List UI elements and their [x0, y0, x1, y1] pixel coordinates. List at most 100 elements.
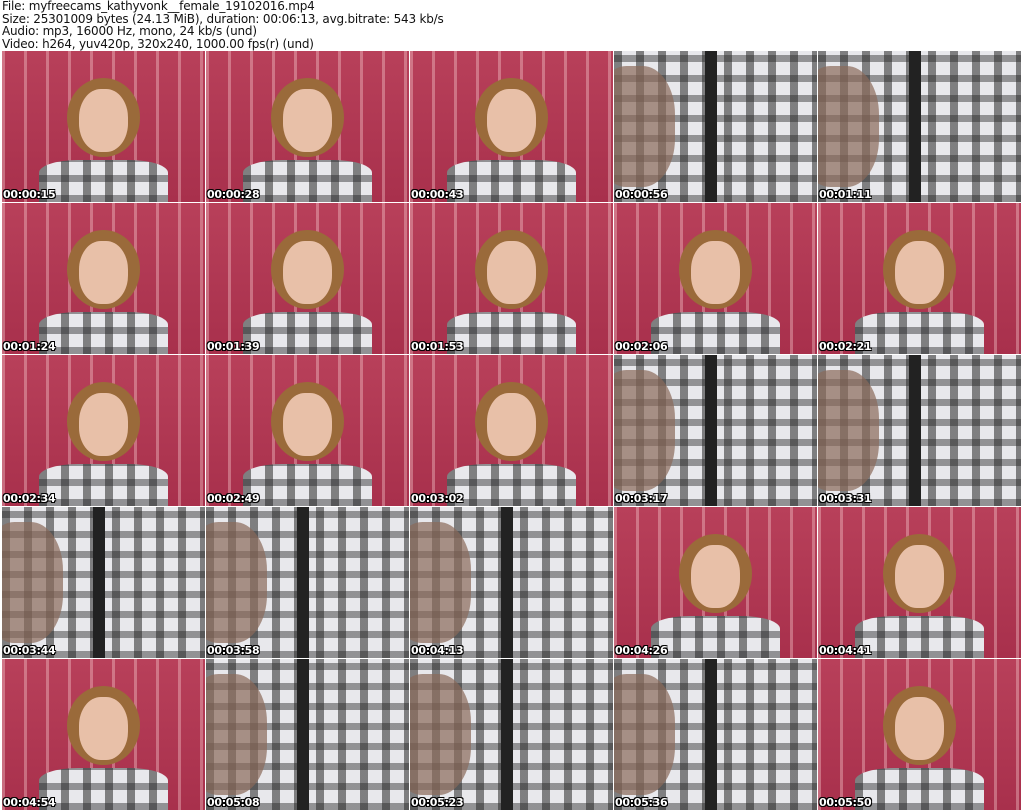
face-shape [487, 392, 536, 457]
strap-shape [705, 51, 718, 202]
audio-info: Audio: mp3, 16000 Hz, mono, 24 kb/s (und… [2, 24, 257, 38]
video-thumbnail: 00:04:54 [2, 659, 205, 810]
shirt-shape [38, 159, 169, 202]
thumbnail-timestamp: 00:04:41 [819, 644, 872, 657]
skin-shape [614, 674, 675, 795]
face-shape [283, 392, 332, 457]
thumbnail-timestamp: 00:03:58 [207, 644, 260, 657]
thumbnail-timestamp: 00:01:24 [3, 340, 56, 353]
video-thumbnail: 00:05:08 [206, 659, 409, 810]
video-thumbnail: 00:03:58 [206, 507, 409, 658]
thumbnail-timestamp: 00:02:34 [3, 492, 56, 505]
strap-shape [297, 659, 310, 810]
skin-shape [410, 674, 471, 795]
shirt-shape [854, 615, 985, 658]
video-thumbnail: 00:01:11 [818, 51, 1021, 202]
video-thumbnail: 00:05:23 [410, 659, 613, 810]
face-shape [691, 544, 740, 609]
file-name: File: myfreecams_kathyvonk__female_19102… [2, 0, 315, 13]
shirt-shape [854, 767, 985, 810]
skin-shape [206, 522, 267, 643]
shirt-shape [38, 463, 169, 506]
video-thumbnail: 00:01:24 [2, 203, 205, 354]
thumbnail-timestamp: 00:01:39 [207, 340, 260, 353]
thumbnail-timestamp: 00:03:02 [411, 492, 464, 505]
shirt-shape [446, 463, 577, 506]
skin-shape [206, 674, 267, 795]
shirt-shape [242, 159, 373, 202]
thumbnail-timestamp: 00:02:06 [615, 340, 668, 353]
thumbnail-timestamp: 00:00:28 [207, 188, 260, 201]
strap-shape [909, 51, 922, 202]
strap-shape [705, 659, 718, 810]
face-shape [79, 696, 128, 761]
shirt-shape [854, 311, 985, 354]
video-thumbnail: 00:02:34 [2, 355, 205, 506]
video-thumbnail: 00:00:15 [2, 51, 205, 202]
strap-shape [705, 355, 718, 506]
strap-shape [501, 659, 514, 810]
thumbnail-timestamp: 00:05:36 [615, 796, 668, 809]
video-thumbnail: 00:02:06 [614, 203, 817, 354]
face-shape [895, 696, 944, 761]
skin-shape [614, 66, 675, 187]
skin-shape [614, 370, 675, 491]
video-thumbnail: 00:01:53 [410, 203, 613, 354]
thumbnail-timestamp: 00:04:26 [615, 644, 668, 657]
skin-shape [410, 522, 471, 643]
thumbnail-timestamp: 00:03:44 [3, 644, 56, 657]
video-thumbnail: 00:00:56 [614, 51, 817, 202]
shirt-shape [38, 311, 169, 354]
shirt-shape [446, 159, 577, 202]
face-shape [895, 544, 944, 609]
face-shape [487, 88, 536, 153]
thumbnail-timestamp: 00:03:17 [615, 492, 668, 505]
thumbnail-timestamp: 00:02:49 [207, 492, 260, 505]
video-thumbnail: 00:04:26 [614, 507, 817, 658]
thumbnail-timestamp: 00:05:50 [819, 796, 872, 809]
thumbnail-grid: 00:00:15 00:00:28 00:00:43 00:00:56 00:01:11… [2, 51, 1021, 810]
skin-shape [818, 370, 879, 491]
video-thumbnail: 00:04:13 [410, 507, 613, 658]
shirt-shape [650, 311, 781, 354]
thumbnail-timestamp: 00:04:13 [411, 644, 464, 657]
thumbnail-timestamp: 00:00:15 [3, 188, 56, 201]
strap-shape [93, 507, 106, 658]
shirt-shape [446, 311, 577, 354]
face-shape [79, 392, 128, 457]
shirt-shape [242, 311, 373, 354]
thumbnail-timestamp: 00:05:23 [411, 796, 464, 809]
skin-shape [818, 66, 879, 187]
strap-shape [909, 355, 922, 506]
video-thumbnail: 00:03:31 [818, 355, 1021, 506]
face-shape [895, 240, 944, 305]
file-info-header: File: myfreecams_kathyvonk__female_19102… [2, 0, 444, 50]
thumbnail-timestamp: 00:00:43 [411, 188, 464, 201]
face-shape [283, 88, 332, 153]
skin-shape [2, 522, 63, 643]
thumbnail-timestamp: 00:00:56 [615, 188, 668, 201]
video-info: Video: h264, yuv420p, 320x240, 1000.00 f… [2, 36, 314, 51]
video-thumbnail: 00:03:44 [2, 507, 205, 658]
shirt-shape [38, 767, 169, 810]
thumbnail-timestamp: 00:05:08 [207, 796, 260, 809]
video-thumbnail: 00:02:49 [206, 355, 409, 506]
video-thumbnail: 00:05:50 [818, 659, 1021, 810]
strap-shape [501, 507, 514, 658]
face-shape [691, 240, 740, 305]
video-thumbnail: 00:04:41 [818, 507, 1021, 658]
thumbnail-timestamp: 00:02:21 [819, 340, 872, 353]
video-thumbnail: 00:03:02 [410, 355, 613, 506]
thumbnail-timestamp: 00:04:54 [3, 796, 56, 809]
face-shape [79, 88, 128, 153]
thumbnail-timestamp: 00:03:31 [819, 492, 872, 505]
shirt-shape [242, 463, 373, 506]
thumbnail-timestamp: 00:01:53 [411, 340, 464, 353]
video-thumbnail: 00:00:43 [410, 51, 613, 202]
face-shape [487, 240, 536, 305]
strap-shape [297, 507, 310, 658]
video-thumbnail: 00:02:21 [818, 203, 1021, 354]
face-shape [79, 240, 128, 305]
video-thumbnail: 00:01:39 [206, 203, 409, 354]
video-thumbnail: 00:03:17 [614, 355, 817, 506]
